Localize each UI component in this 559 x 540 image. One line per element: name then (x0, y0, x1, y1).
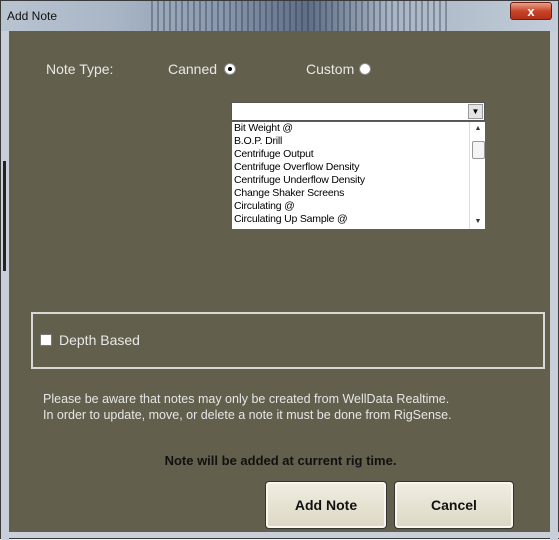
scroll-up-icon[interactable]: ▲ (470, 122, 485, 136)
canned-radio-label[interactable]: Canned (168, 61, 217, 77)
add-note-button[interactable]: Add Note (265, 481, 387, 529)
list-item[interactable]: B.O.P. Drill (232, 135, 485, 148)
custom-radio[interactable] (359, 63, 371, 75)
list-item[interactable]: Centrifuge Overflow Density (232, 161, 485, 174)
scroll-thumb[interactable] (472, 141, 485, 159)
list-item[interactable]: Circulating Up Sample @ (232, 213, 485, 226)
depth-based-checkbox[interactable] (40, 334, 52, 346)
scroll-down-icon[interactable]: ▼ (470, 215, 485, 229)
list-item[interactable]: Bit Weight @ (232, 122, 485, 135)
close-button[interactable]: x (510, 2, 552, 20)
list-item[interactable]: Circulating @ (232, 200, 485, 213)
window-bottom-border (1, 532, 559, 538)
chevron-down-icon[interactable]: ▼ (468, 104, 483, 119)
list-item[interactable]: Change Shaker Screens (232, 187, 485, 200)
info-line-2: In order to update, move, or delete a no… (43, 408, 452, 422)
custom-radio-label[interactable]: Custom (306, 61, 354, 77)
title-bar-texture (151, 1, 451, 31)
title-bar[interactable]: Add Note x (1, 1, 558, 31)
close-icon: x (527, 4, 535, 19)
cancel-button[interactable]: Cancel (394, 481, 514, 529)
list-item[interactable]: Centrifuge Output (232, 148, 485, 161)
list-item[interactable]: Centrifuge Underflow Density (232, 174, 485, 187)
add-note-dialog: Add Note x Note Type: Canned Custom ▼ Bi… (0, 0, 559, 540)
list-scrollbar[interactable]: ▲ ▼ (469, 122, 485, 229)
window-title: Add Note (7, 9, 58, 23)
border-mark (3, 161, 6, 271)
info-line-1: Please be aware that notes may only be c… (43, 392, 450, 406)
canned-note-list[interactable]: Bit Weight @ B.O.P. Drill Centrifuge Out… (232, 122, 485, 229)
depth-based-label[interactable]: Depth Based (59, 332, 140, 348)
canned-note-dropdown[interactable]: ▼ (231, 102, 485, 121)
canned-radio[interactable] (224, 63, 236, 75)
rig-time-notice: Note will be added at current rig time. (164, 453, 397, 468)
note-type-label: Note Type: (46, 61, 114, 77)
